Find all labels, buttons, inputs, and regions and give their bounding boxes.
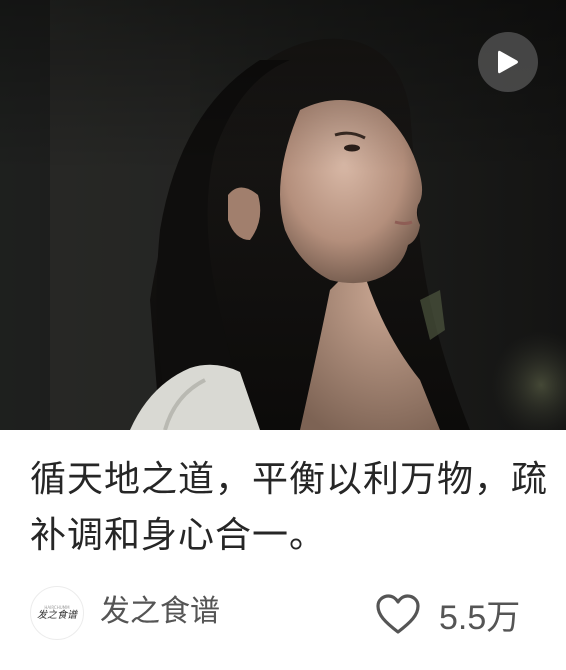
author-avatar[interactable]: HAIRCHUMM 发之食谱 — [30, 586, 84, 640]
cover-video-thumbnail[interactable] — [0, 0, 566, 430]
note-card[interactable]: 循天地之道，平衡以利万物，疏补调和身心合一。 HAIRCHUMM 发之食谱 发之… — [0, 0, 566, 670]
play-icon — [498, 50, 518, 74]
like-count: 5.5万 — [439, 598, 521, 637]
card-footer: HAIRCHUMM 发之食谱 发之食谱 5.5万 — [0, 580, 566, 650]
avatar-logo-text: 发之食谱 — [37, 609, 77, 621]
heart-outline-icon — [376, 594, 420, 634]
play-button[interactable] — [478, 32, 538, 92]
post-title[interactable]: 循天地之道，平衡以利万物，疏补调和身心合一。 — [30, 452, 550, 564]
author-name[interactable]: 发之食谱 — [100, 592, 220, 632]
like-button[interactable]: 5.5万 — [375, 590, 520, 638]
